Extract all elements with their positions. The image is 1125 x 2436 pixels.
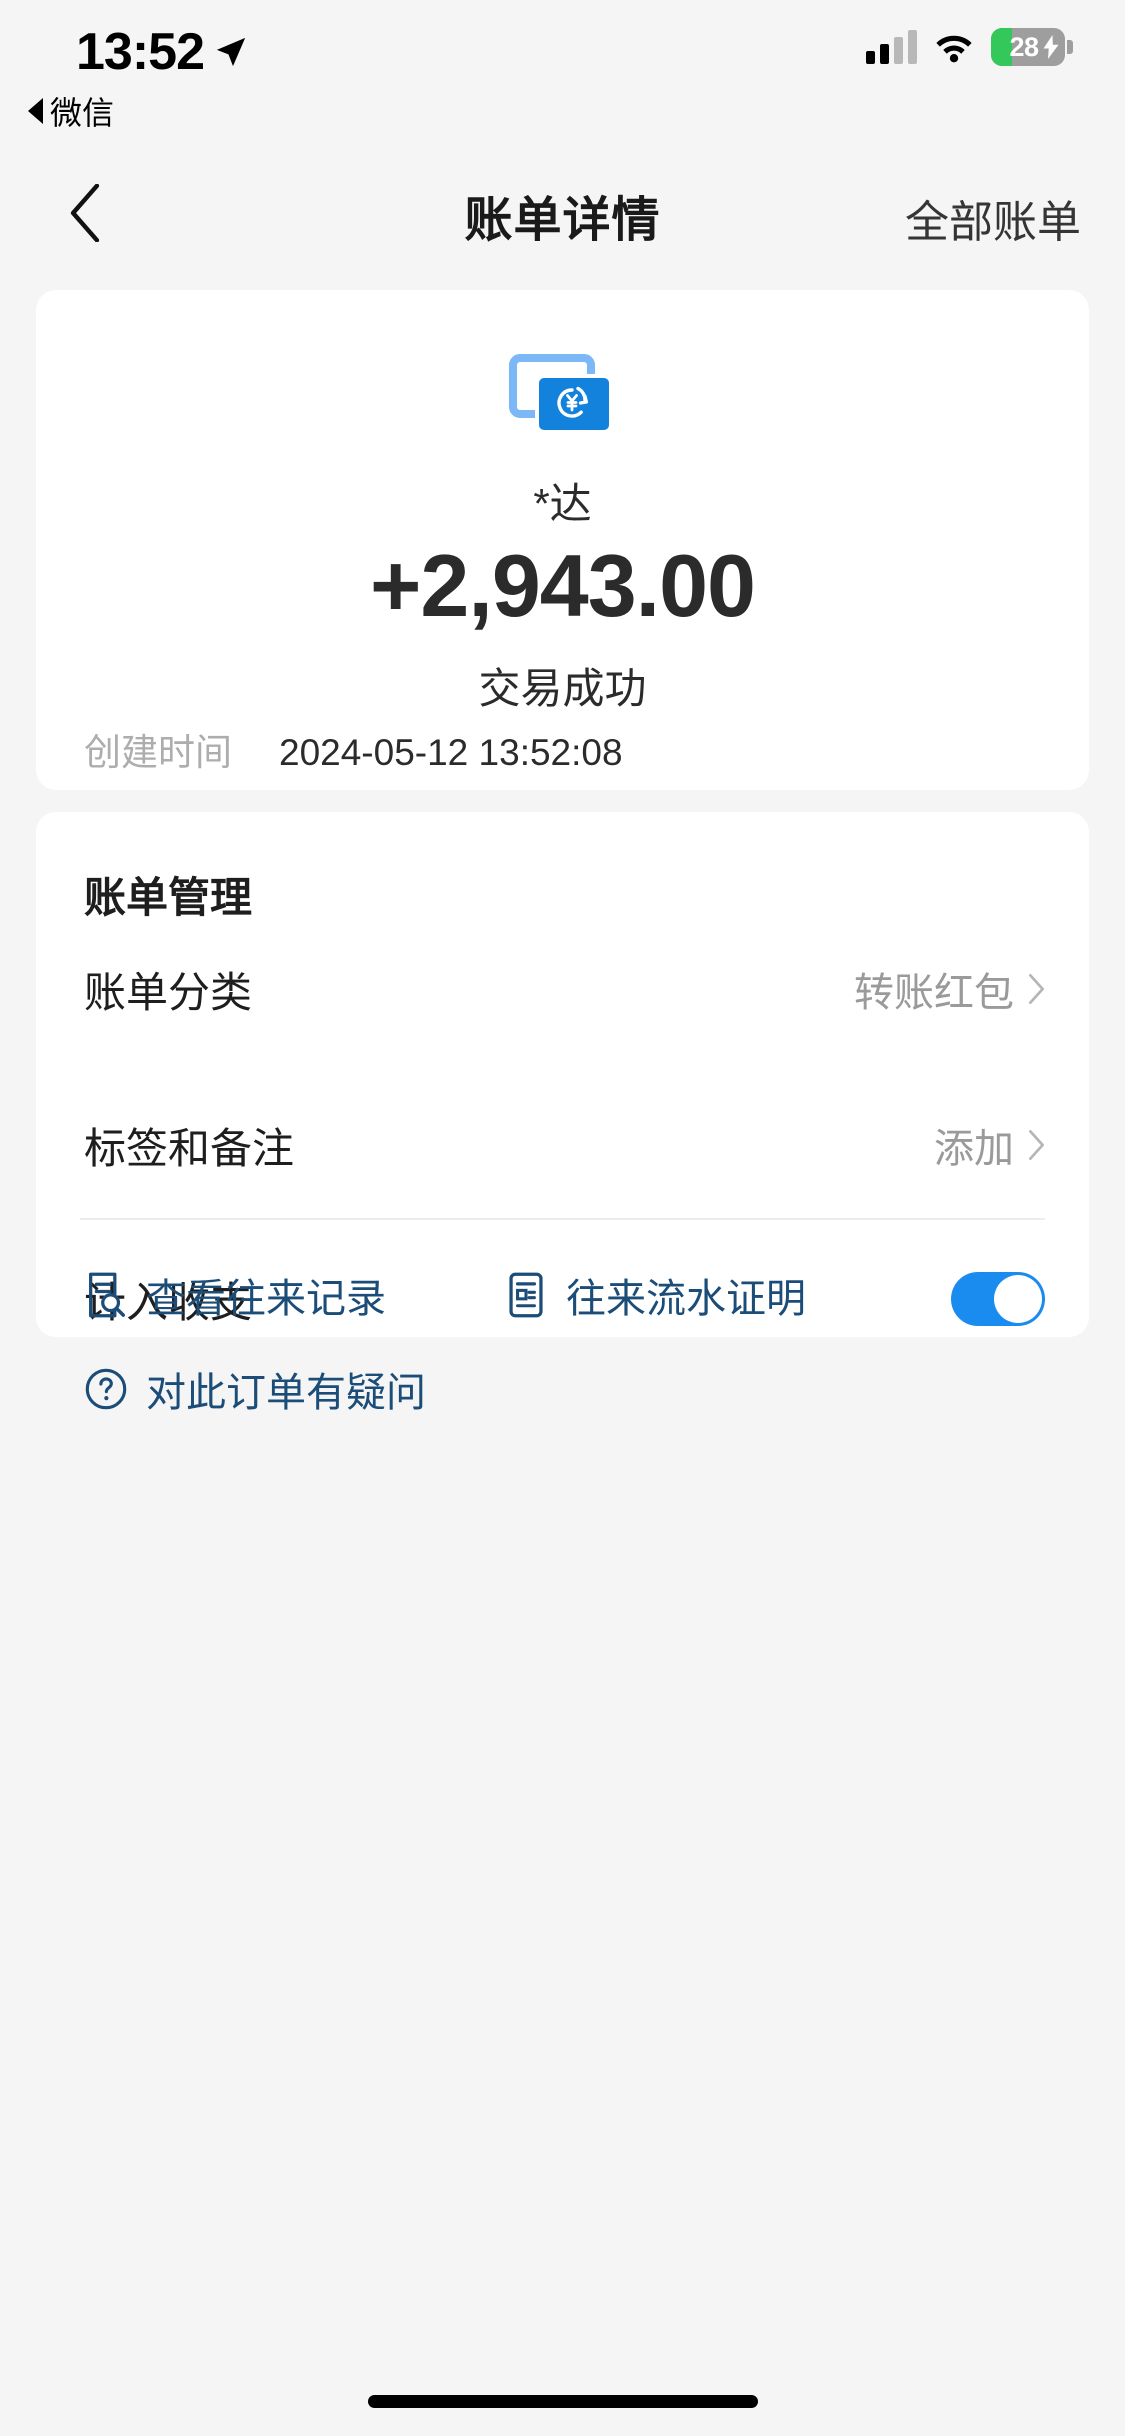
row-tags-and-notes[interactable]: 标签和备注 添加: [36, 1106, 1089, 1184]
transaction-certificate-link[interactable]: 往来流水证明: [504, 1266, 806, 1324]
document-search-icon: [89, 1272, 125, 1318]
action-row-secondary: 对此订单有疑问: [36, 1352, 1089, 1426]
order-question-link[interactable]: 对此订单有疑问: [84, 1360, 426, 1418]
location-arrow-icon: [216, 37, 246, 67]
back-triangle-icon: [28, 98, 43, 124]
row-value-group: 转账红包: [854, 960, 1045, 1018]
action-row-primary: 查看往来记录 往来流水证明: [36, 1258, 1089, 1332]
info-value: 2024-05-12 13:52:08: [279, 732, 623, 773]
battery-indicator: 28: [991, 28, 1073, 66]
transaction-status: 交易成功: [478, 665, 647, 712]
info-label: 创建时间: [84, 732, 232, 773]
row-value: 转账红包: [854, 971, 1014, 1015]
clock-label: 13:52: [76, 23, 205, 81]
cellular-signal-icon: [866, 30, 917, 64]
battery-body: 28: [991, 28, 1065, 66]
home-indicator[interactable]: [367, 2395, 758, 2408]
payee-name: *达: [533, 480, 592, 527]
return-to-app-button[interactable]: 微信: [28, 88, 114, 134]
row-value: 添加: [934, 1127, 1014, 1171]
bill-management-title: 账单管理: [84, 874, 253, 921]
bill-actions: 查看往来记录 往来流水证明 对此订单有疑问: [36, 1258, 1089, 1426]
section-divider: [80, 1218, 1045, 1220]
phone-screen: 13:52 28 微信 账单详情 全部账单 *达 +2,943.00 交易成功 …: [0, 0, 1125, 2436]
transaction-detail-card: *达 +2,943.00 交易成功 创建时间 2024-05-12 13:52:…: [36, 290, 1089, 951]
document-certificate-icon: [509, 1272, 543, 1318]
status-bar-time-group: 13:52: [76, 22, 248, 82]
question-circle-icon: [85, 1368, 127, 1410]
transaction-amount: +2,943.00: [370, 536, 756, 635]
chevron-right-icon: [1029, 974, 1044, 1004]
row-value-group: 添加: [934, 1116, 1045, 1174]
row-bill-category[interactable]: 账单分类 转账红包: [36, 950, 1089, 1028]
return-app-label: 微信: [50, 95, 115, 131]
status-bar-indicators: 28: [866, 28, 1073, 66]
action-label: 查看往来记录: [146, 1277, 386, 1321]
charging-bolt-icon: [1043, 35, 1059, 59]
wifi-icon: [936, 35, 972, 63]
action-label: 对此订单有疑问: [146, 1371, 426, 1415]
navigation-bar: 账单详情 全部账单: [0, 160, 1125, 270]
row-label: 标签和备注: [84, 1124, 295, 1172]
action-label: 往来流水证明: [566, 1277, 806, 1321]
bill-management-card: 账单管理 账单分类 转账红包 标签和备注 添加 计入收支 查看往来记录 往来流水…: [36, 812, 1089, 1415]
info-row-create-time: 创建时间 2024-05-12 13:52:08: [36, 730, 1089, 775]
chevron-right-icon: [1029, 1130, 1044, 1160]
transfer-card-stack-icon: [508, 354, 613, 434]
row-label: 账单分类: [84, 968, 253, 1016]
status-bar: 13:52 28 微信: [0, 0, 1125, 131]
all-bills-button[interactable]: 全部账单: [905, 186, 1081, 250]
battery-cap: [1067, 40, 1073, 54]
view-transaction-records-link[interactable]: 查看往来记录: [84, 1266, 386, 1324]
